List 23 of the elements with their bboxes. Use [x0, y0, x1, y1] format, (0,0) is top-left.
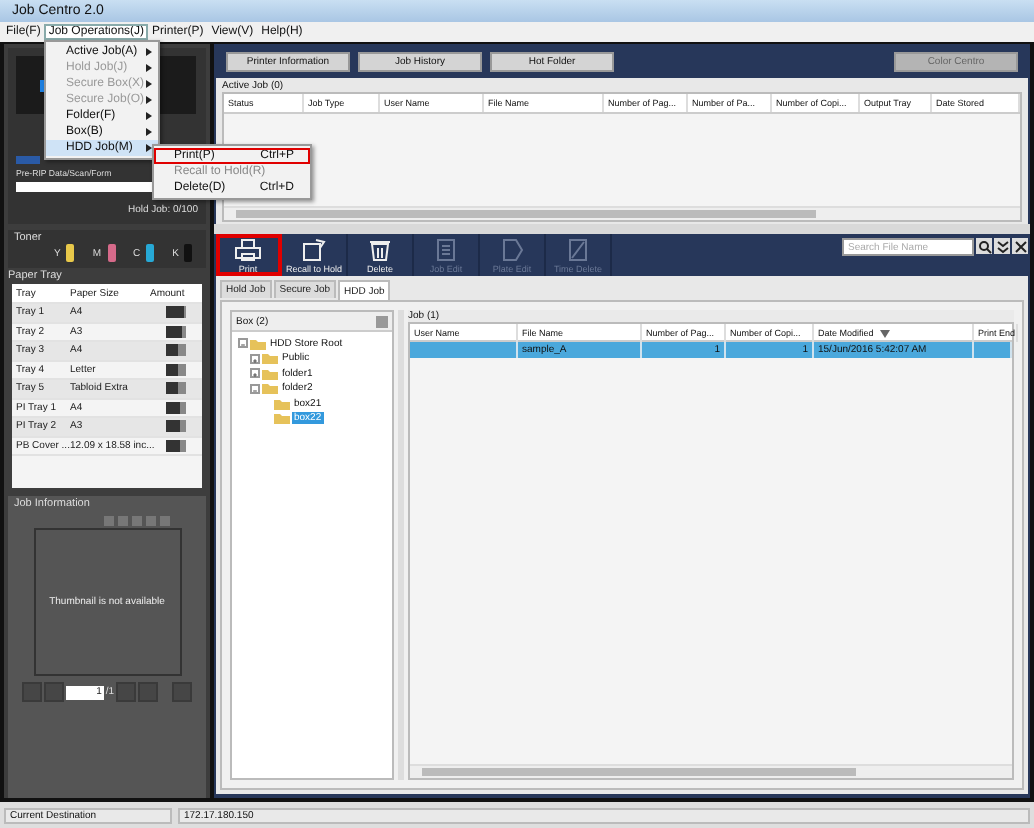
- printer-icon: [234, 237, 262, 261]
- storage-gauge: [16, 156, 40, 165]
- sort-icon: [879, 329, 890, 337]
- grid-icon[interactable]: [376, 315, 388, 327]
- document-arrow-icon: [498, 237, 526, 261]
- previous-page-button[interactable]: [43, 682, 64, 702]
- trash-icon: [366, 237, 394, 261]
- first-page-button[interactable]: [21, 682, 42, 702]
- next-page-button[interactable]: [116, 682, 137, 702]
- tray-arrow-icon: [300, 237, 328, 261]
- paper-amount-meter: [166, 344, 186, 357]
- paper-amount-meter: [166, 382, 186, 395]
- collapse-icon[interactable]: [994, 238, 1010, 254]
- close-icon[interactable]: [1012, 238, 1028, 254]
- search-icon[interactable]: [976, 238, 992, 254]
- paper-amount-meter: [166, 363, 186, 376]
- page-icon-button[interactable]: [172, 682, 193, 702]
- document-grid-icon: [432, 237, 460, 261]
- expand-icon[interactable]: [250, 353, 260, 364]
- horizontal-scrollbar[interactable]: [224, 206, 1020, 220]
- last-page-button[interactable]: [138, 682, 159, 702]
- horizontal-scrollbar[interactable]: [410, 764, 1012, 778]
- expand-icon[interactable]: [250, 368, 260, 379]
